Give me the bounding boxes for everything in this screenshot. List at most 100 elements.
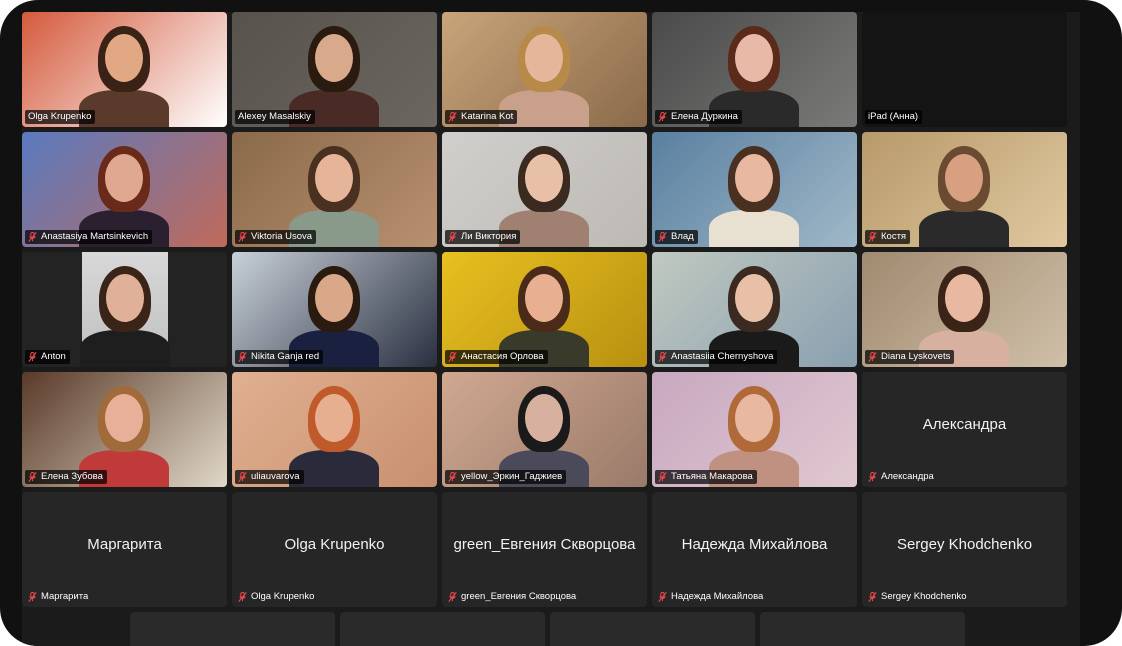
participant-name: Надежда Михайлова (671, 591, 764, 602)
mic-muted-icon (238, 231, 247, 242)
participant-tile[interactable]: Olga Krupenko Olga Krupenko (232, 492, 437, 607)
participant-tile[interactable]: Маргарита Маргарита (22, 492, 227, 607)
participant-name: Александра (881, 471, 934, 482)
mic-muted-icon (448, 471, 457, 482)
participant-tile[interactable]: Anastasiia Chernyshova (652, 252, 857, 367)
participant-tile[interactable]: Татьяна Макарова (652, 372, 857, 487)
person-face (525, 34, 563, 82)
participant-tile[interactable] (760, 612, 965, 646)
participant-name: Anton (41, 351, 66, 362)
person-face (105, 394, 143, 442)
participant-tile[interactable]: uliauvarova (232, 372, 437, 487)
participant-tile[interactable]: Anastasiya Martsinkevich (22, 132, 227, 247)
participant-name-label: Anastasiia Chernyshova (655, 350, 778, 364)
participant-name-label: Елена Зубова (25, 470, 107, 484)
mic-muted-icon (238, 351, 247, 362)
participant-name: Anastasiia Chernyshova (671, 351, 774, 362)
participant-name: Olga Krupenko (251, 591, 315, 602)
participant-name-label: Olga Krupenko (25, 110, 96, 124)
participant-tile[interactable]: Александра Александра (862, 372, 1067, 487)
participant-name: Diana Lyskovets (881, 351, 951, 362)
participant-tile[interactable]: Diana Lyskovets (862, 252, 1067, 367)
participant-name: Елена Зубова (41, 471, 103, 482)
mic-muted-icon (448, 111, 457, 122)
mic-muted-icon (238, 471, 247, 482)
participant-tile[interactable]: Надежда Михайлова Надежда Михайлова (652, 492, 857, 607)
participant-name: Sergey Khodchenko (881, 591, 967, 602)
participant-tile[interactable]: Влад (652, 132, 857, 247)
participant-name-label: Katarina Kot (445, 110, 518, 124)
participant-name: Влад (671, 231, 694, 242)
participant-tile[interactable] (550, 612, 755, 646)
participant-tile[interactable]: Anton (22, 252, 227, 367)
person-body (80, 330, 170, 367)
participant-display-name: Olga Krupenko (284, 536, 385, 553)
video-gallery: Olga Krupenko Alexey Masalskiy Katarina Ko… (22, 12, 1080, 646)
participant-tile[interactable]: yellow_Эркин_Гаджиев (442, 372, 647, 487)
person-face (315, 394, 353, 442)
participant-name: Anastasiya Martsinkevich (41, 231, 149, 242)
participant-tile[interactable]: Анастасия Орлова (442, 252, 647, 367)
participant-tile[interactable]: Ли Виктория (442, 132, 647, 247)
participant-name-label: Anton (25, 350, 70, 364)
participant-tile[interactable]: Nikita Ganja red (232, 252, 437, 367)
person-face (106, 274, 144, 322)
participant-name-label: Надежда Михайлова (655, 590, 767, 604)
person-face (315, 154, 353, 202)
participant-name-label: Александра (865, 470, 938, 484)
person-body (709, 210, 799, 247)
participant-tile[interactable] (340, 612, 545, 646)
participant-display-name: green_Евгения Скворцова (453, 536, 636, 553)
participant-name-label: Влад (655, 230, 698, 244)
participant-name-label: Alexey Masalskiy (235, 110, 315, 124)
participant-tile[interactable]: Katarina Kot (442, 12, 647, 127)
participant-name: Ли Виктория (461, 231, 517, 242)
participant-tile[interactable]: Елена Зубова (22, 372, 227, 487)
participant-tile[interactable]: green_Евгения Скворцова green_Евгения Скв… (442, 492, 647, 607)
mic-muted-icon (658, 591, 667, 602)
participant-name-label: Анастасия Орлова (445, 350, 548, 364)
person-face (525, 274, 563, 322)
participant-tile[interactable]: Костя (862, 132, 1067, 247)
participant-name: yellow_Эркин_Гаджиев (461, 471, 563, 482)
participant-name: Маргарита (41, 591, 89, 602)
mic-muted-icon (658, 111, 667, 122)
participant-tile[interactable] (130, 612, 335, 646)
person-face (735, 34, 773, 82)
mic-muted-icon (448, 231, 457, 242)
participant-tile[interactable]: Sergey Khodchenko Sergey Khodchenko (862, 492, 1067, 607)
participant-name-label: Маргарита (25, 590, 92, 604)
participant-name: Viktoria Usova (251, 231, 313, 242)
participant-name-label: Ли Виктория (445, 230, 521, 244)
participant-name: green_Евгения Скворцова (461, 591, 577, 602)
participant-name-label: uliauvarova (235, 470, 304, 484)
participant-tile[interactable]: Viktoria Usova (232, 132, 437, 247)
person-face (525, 154, 563, 202)
participant-name: Katarina Kot (461, 111, 514, 122)
mic-muted-icon (868, 471, 877, 482)
person-face (315, 34, 353, 82)
participant-name: Татьяна Макарова (671, 471, 753, 482)
participant-display-name: Надежда Михайлова (681, 536, 828, 553)
person-face (315, 274, 353, 322)
mic-muted-icon (28, 231, 37, 242)
participant-name-label: Viktoria Usova (235, 230, 317, 244)
person-face (105, 34, 143, 82)
participant-name-label: green_Евгения Скворцова (445, 590, 580, 604)
participant-tile[interactable]: Елена Дуркина (652, 12, 857, 127)
participant-name-label: Nikita Ganja red (235, 350, 324, 364)
mic-muted-icon (868, 231, 877, 242)
participant-name-label: iPad (Анна) (865, 110, 923, 124)
participant-name: Анастасия Орлова (461, 351, 544, 362)
participant-display-name: Sergey Khodchenko (896, 536, 1033, 553)
participant-tile[interactable]: iPad (Анна) (862, 12, 1067, 127)
participant-name-label: Костя (865, 230, 911, 244)
participant-name-label: Anastasiya Martsinkevich (25, 230, 153, 244)
device-frame: Olga Krupenko Alexey Masalskiy Katarina Ko… (0, 0, 1122, 646)
participant-tile[interactable]: Alexey Masalskiy (232, 12, 437, 127)
participant-name: Костя (881, 231, 907, 242)
participant-tile[interactable]: Olga Krupenko (22, 12, 227, 127)
participant-name-label: Sergey Khodchenko (865, 590, 971, 604)
participant-display-name: Александра (922, 416, 1007, 433)
person-face (945, 154, 983, 202)
